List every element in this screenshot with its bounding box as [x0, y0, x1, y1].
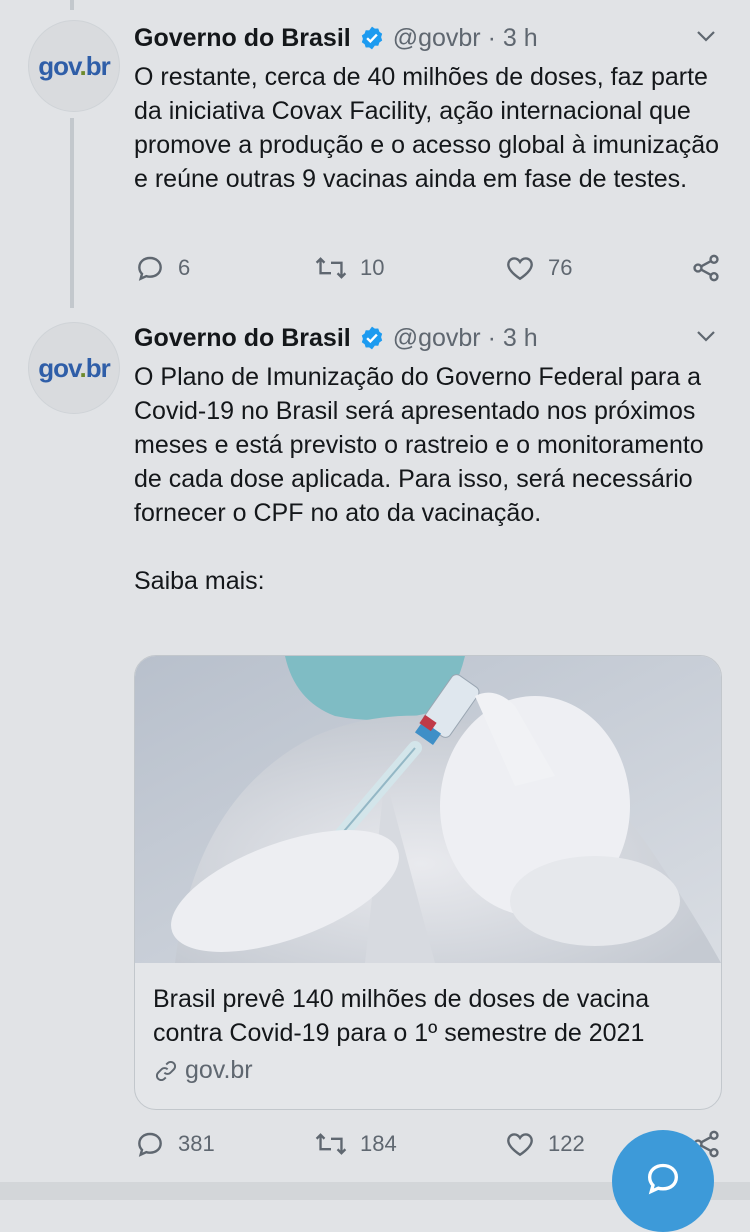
separator-dot: · [480, 23, 503, 52]
tweet-header: Governo do Brasil @govbr · 3 h [134, 320, 730, 356]
compose-tweet-button[interactable] [612, 1130, 714, 1232]
card-image [135, 656, 721, 963]
retweet-icon [315, 257, 347, 279]
like-count: 76 [548, 255, 573, 280]
retweet-button[interactable]: 184 [314, 1128, 397, 1160]
card-title: Brasil prevê 140 milhões de doses de vac… [153, 985, 650, 1047]
reply-button[interactable]: 381 [134, 1128, 215, 1160]
like-button[interactable]: 122 [504, 1128, 585, 1160]
avatar-logo: gov.br [38, 50, 111, 81]
reply-count: 6 [178, 255, 191, 280]
tweet-header: Governo do Brasil @govbr · 3 h [134, 20, 730, 56]
reply-button[interactable]: 6 [134, 252, 190, 284]
link-card[interactable]: Brasil prevê 140 milhões de doses de vac… [134, 655, 722, 1110]
separator-dot: · [480, 323, 503, 352]
avatar-logo: gov.br [38, 352, 111, 383]
heart-icon [507, 1133, 533, 1157]
chevron-down-icon[interactable] [694, 24, 718, 55]
tweet-text: O Plano de Imunização do Governo Federal… [134, 363, 704, 595]
verified-badge-icon [359, 325, 385, 351]
author-handle[interactable]: @govbr [393, 324, 481, 353]
tweet-actions: 6 10 76 [134, 248, 724, 288]
author-handle[interactable]: @govbr [393, 24, 481, 53]
compose-bubble-icon [647, 1163, 679, 1195]
retweet-button[interactable]: 10 [314, 252, 384, 284]
tweet-time[interactable]: 3 h [503, 24, 538, 53]
tweet-time[interactable]: 3 h [503, 324, 538, 353]
share-icon [693, 254, 719, 282]
like-button[interactable]: 76 [504, 252, 572, 284]
author-name[interactable]: Governo do Brasil [134, 24, 351, 53]
share-button[interactable] [690, 252, 722, 284]
chevron-down-icon[interactable] [694, 324, 718, 355]
verified-badge-icon [359, 25, 385, 51]
heart-icon [507, 257, 533, 281]
link-icon [155, 1060, 177, 1081]
retweet-icon [315, 1133, 347, 1155]
card-domain-text: gov.br [185, 1056, 253, 1084]
reply-icon [138, 256, 162, 281]
author-name[interactable]: Governo do Brasil [134, 324, 351, 353]
retweet-count: 10 [360, 255, 385, 280]
tweet-1[interactable]: gov.br Governo do Brasil @govbr · 3 h O … [0, 0, 750, 310]
avatar[interactable]: gov.br [28, 322, 120, 414]
like-count: 122 [548, 1131, 585, 1156]
card-domain: gov.br [153, 1056, 253, 1085]
reply-count: 381 [178, 1131, 215, 1156]
tweet-text: O restante, cerca de 40 milhões de doses… [134, 63, 727, 193]
avatar[interactable]: gov.br [28, 20, 120, 112]
retweet-count: 184 [360, 1131, 397, 1156]
reply-icon [138, 1132, 162, 1157]
